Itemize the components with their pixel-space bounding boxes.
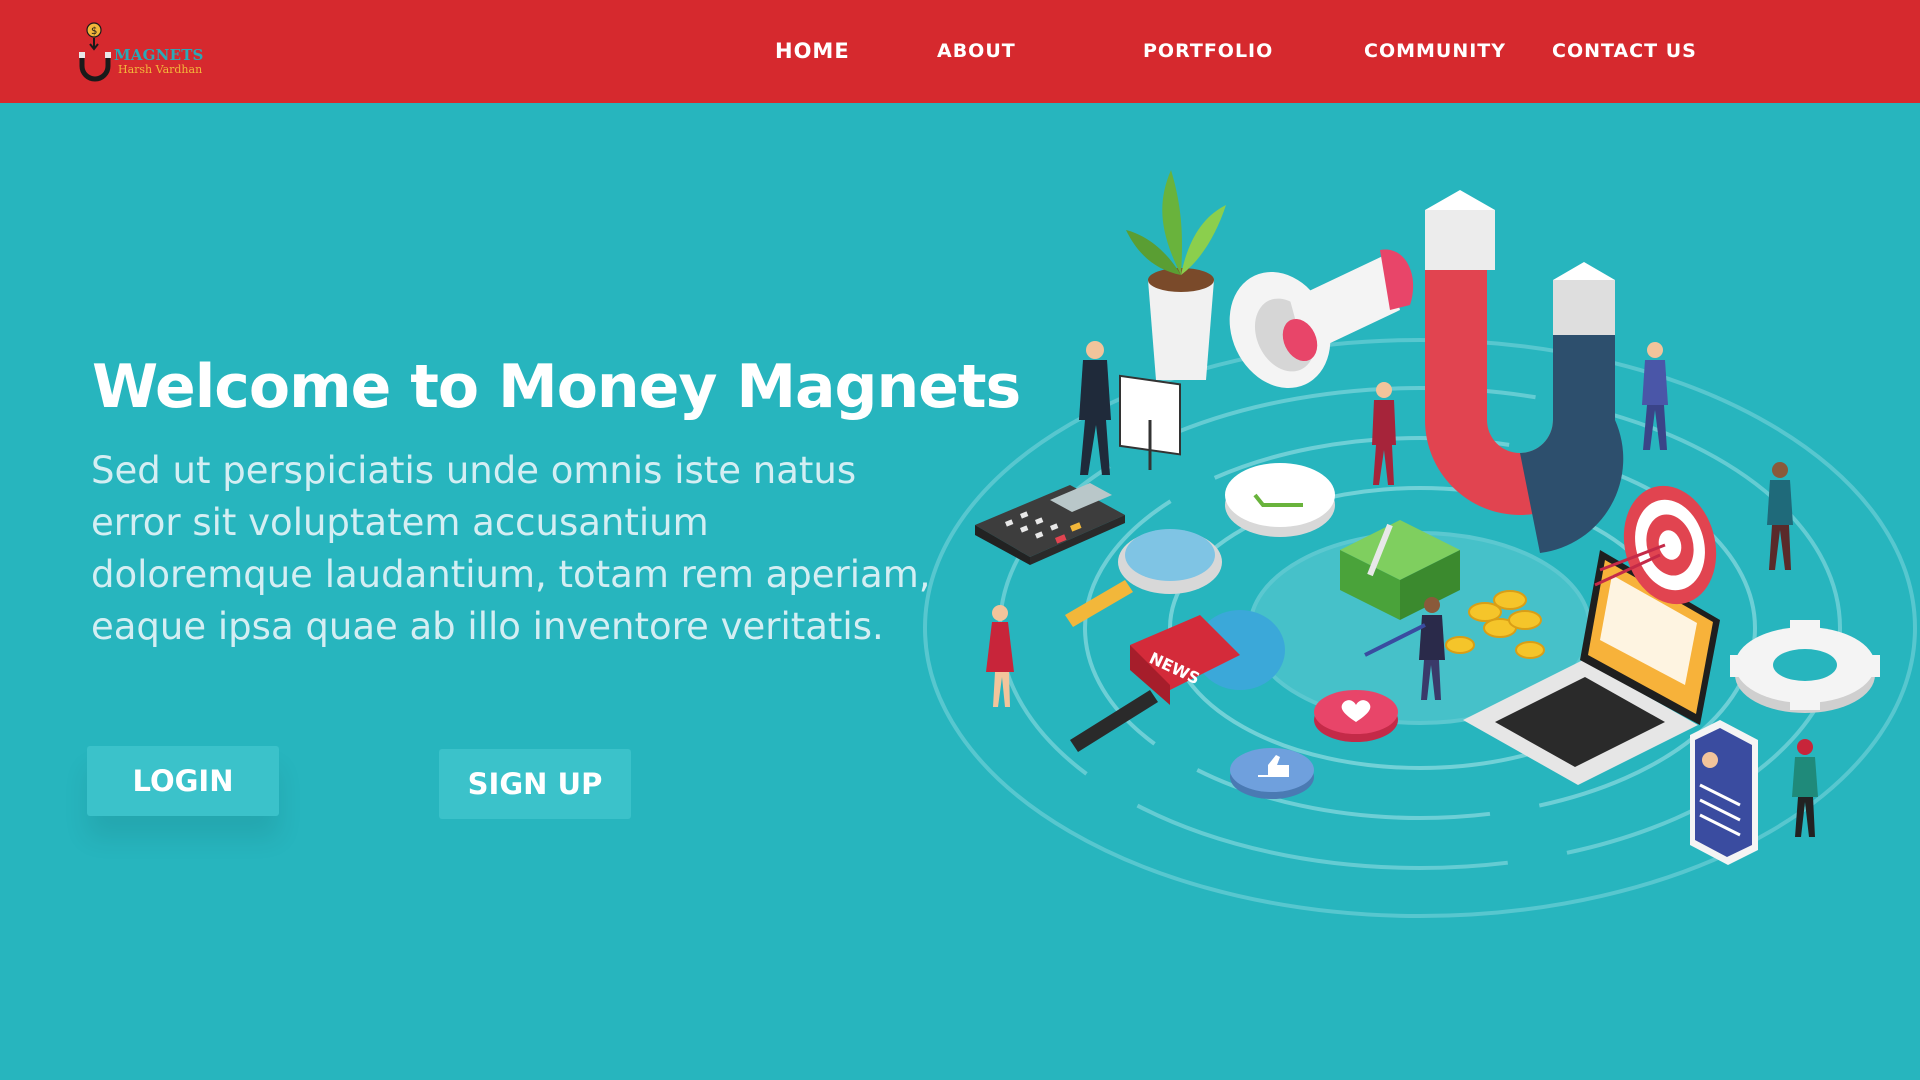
megaphone-icon — [1229, 249, 1414, 389]
woman-bottom-right-figure — [1792, 739, 1818, 837]
nav-about[interactable]: ABOUT — [937, 40, 1016, 64]
woman-figure — [1372, 382, 1396, 485]
gear-icon — [1730, 620, 1880, 713]
plant-icon — [1126, 170, 1226, 380]
hero-description: Sed ut perspiciatis unde omnis iste natu… — [91, 449, 931, 648]
woman-left-figure — [986, 605, 1014, 707]
heart-badge-icon — [1314, 690, 1398, 742]
man-right-figure — [1642, 342, 1668, 450]
signup-button[interactable]: SIGN UP — [439, 749, 631, 819]
magnifier-icon — [1065, 529, 1222, 627]
nav-home[interactable]: HOME — [775, 39, 850, 63]
nav-community[interactable]: COMMUNITY — [1364, 40, 1506, 64]
like-badge-icon — [1230, 748, 1314, 799]
brand-logo[interactable]: $ MAGNETS Harsh Vardhan — [74, 18, 204, 84]
navbar: $ MAGNETS Harsh Vardhan HOME ABOUT PORTF… — [0, 0, 1920, 103]
man-far-right-figure — [1767, 462, 1793, 570]
magnet-dollar-icon: $ — [79, 22, 111, 82]
nav-contact-us[interactable]: CONTACT US — [1552, 40, 1697, 64]
nav-portfolio[interactable]: PORTFOLIO — [1143, 40, 1273, 64]
login-button[interactable]: LOGIN — [87, 746, 279, 816]
brand-tagline: Harsh Vardhan — [118, 63, 203, 76]
hero-illustration: NEWS — [900, 150, 1920, 930]
hero-title: Welcome to Money Magnets — [92, 352, 1021, 422]
brand-name: MAGNETS — [114, 46, 204, 64]
magnet-icon — [1425, 190, 1624, 553]
smartphone-icon — [1690, 720, 1758, 865]
calculator-icon — [975, 483, 1125, 565]
clock-icon — [1225, 463, 1335, 537]
svg-text:$: $ — [91, 26, 97, 37]
